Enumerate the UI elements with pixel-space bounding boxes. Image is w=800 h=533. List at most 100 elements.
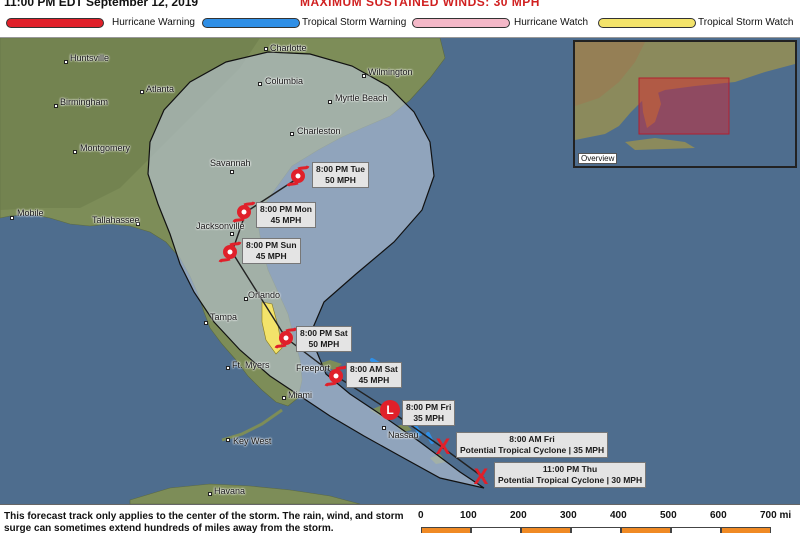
city-marker xyxy=(230,232,234,236)
disclaimer-text: This forecast track only applies to the … xyxy=(4,511,404,533)
city-label-myrtle-beach: Myrtle Beach xyxy=(335,93,388,103)
scale-segment xyxy=(521,527,571,533)
scale-tick-600: 600 xyxy=(710,510,727,521)
advisory-time: 11:00 PM EDT September 12, 2019 xyxy=(4,0,199,9)
city-marker xyxy=(258,82,262,86)
forecast-time: 8:00 PM Fri xyxy=(406,402,452,412)
city-marker xyxy=(264,47,268,51)
city-label-nassau: Nassau xyxy=(388,430,419,440)
legend-swatch xyxy=(412,18,510,28)
overview-inset: Overview xyxy=(573,40,797,168)
legend-swatch xyxy=(598,18,696,28)
hurricane-icon xyxy=(218,241,242,263)
forecast-detail: 45 MPH xyxy=(270,215,302,225)
city-marker xyxy=(382,426,386,430)
forecast-label-tue: 8:00 PM Tue 50 MPH xyxy=(312,162,369,188)
legend: Hurricane Warning Tropical Storm Warning… xyxy=(0,9,800,38)
forecast-detail: Potential Tropical Cyclone | 35 MPH xyxy=(460,445,605,455)
scale-segment xyxy=(471,527,521,533)
hurricane-icon xyxy=(274,327,298,349)
forecast-label-fri-am: 8:00 AM Fri Potential Tropical Cyclone |… xyxy=(456,432,609,458)
city-marker xyxy=(140,90,144,94)
city-label-charlotte: Charlotte xyxy=(270,43,307,53)
forecast-time: 8:00 AM Fri xyxy=(509,434,555,444)
hurricane-icon xyxy=(286,165,310,187)
forecast-detail: Potential Tropical Cyclone | 30 MPH xyxy=(498,475,643,485)
city-marker xyxy=(54,104,58,108)
header-partial-text: MAXIMUM SUSTAINED WINDS: 30 MPH xyxy=(300,0,540,9)
legend-label: Tropical Storm Warning xyxy=(302,17,407,28)
city-label-birmingham: Birmingham xyxy=(60,97,109,107)
legend-hurricane-watch: Hurricane Watch xyxy=(412,16,602,30)
city-marker xyxy=(226,438,230,442)
forecast-detail: 50 MPH xyxy=(308,339,340,349)
scale-segment xyxy=(621,527,671,533)
city-label-ft-myers: Ft. Myers xyxy=(232,360,270,370)
scale-tick-300: 300 xyxy=(560,510,577,521)
city-label-huntsville: Huntsville xyxy=(70,53,110,63)
city-marker xyxy=(362,74,366,78)
hurricane-icon xyxy=(232,201,256,223)
city-label-miami: Miami xyxy=(288,390,312,400)
scale-segment xyxy=(671,527,721,533)
city-marker xyxy=(208,492,212,496)
city-marker xyxy=(73,150,77,154)
city-marker xyxy=(290,132,294,136)
city-label-key-west: Key West xyxy=(233,436,272,446)
forecast-label-fri-pm: 8:00 PM Fri 35 MPH xyxy=(402,400,456,426)
legend-label: Hurricane Warning xyxy=(112,17,195,28)
forecast-time: 8:00 PM Tue xyxy=(316,164,365,174)
forecast-time: 8:00 AM Sat xyxy=(350,364,398,374)
city-label-orlando: Orlando xyxy=(248,290,281,300)
x-icon: X xyxy=(473,464,489,489)
city-marker xyxy=(204,321,208,325)
forecast-label-sat-am: 8:00 AM Sat 45 MPH xyxy=(346,362,402,388)
legend-label: Hurricane Watch xyxy=(514,17,589,28)
legend-hurricane-warning: Hurricane Warning xyxy=(6,16,202,30)
legend-swatch xyxy=(6,18,104,28)
legend-label: Tropical Storm Watch xyxy=(698,17,794,28)
city-label-montgomery: Montgomery xyxy=(80,143,131,153)
legend-tropical-storm-watch: Tropical Storm Watch xyxy=(598,16,798,30)
city-label-columbia: Columbia xyxy=(265,76,304,86)
forecast-time: 8:00 PM Sat xyxy=(300,328,348,338)
forecast-detail: 35 MPH xyxy=(413,413,445,423)
city-marker xyxy=(226,366,230,370)
scale-segment xyxy=(721,527,771,533)
city-marker xyxy=(64,60,68,64)
scale-tick-700: 700 mi xyxy=(760,510,792,521)
city-marker xyxy=(230,170,234,174)
forecast-time: 8:00 PM Mon xyxy=(260,204,312,214)
scale-tick-100: 100 xyxy=(460,510,477,521)
city-label-wilmington: Wilmington xyxy=(368,67,413,77)
city-label-tampa: Tampa xyxy=(210,312,238,322)
forecast-time: 11:00 PM Thu xyxy=(542,464,598,474)
city-marker xyxy=(328,100,332,104)
forecast-detail: 50 MPH xyxy=(325,175,356,185)
scale-segment xyxy=(571,527,621,533)
hurricane-icon xyxy=(324,365,348,387)
overview-label: Overview xyxy=(578,153,618,164)
scale-tick-0: 0 xyxy=(418,510,424,521)
city-label-havana: Havana xyxy=(214,486,246,496)
x-icon: X xyxy=(435,434,451,459)
city-label-savannah: Savannah xyxy=(210,158,251,168)
city-label-charleston: Charleston xyxy=(297,126,341,136)
forecast-detail: 45 MPH xyxy=(358,375,390,385)
forecast-time: 8:00 PM Sun xyxy=(246,240,297,250)
city-marker xyxy=(282,396,286,400)
forecast-detail: 45 MPH xyxy=(255,251,287,261)
legend-swatch xyxy=(202,18,300,28)
scale-tick-200: 200 xyxy=(510,510,527,521)
city-label-mobile: Mobile xyxy=(17,208,44,218)
forecast-label-sat-pm: 8:00 PM Sat 50 MPH xyxy=(296,326,352,352)
scale-tick-400: 400 xyxy=(610,510,627,521)
header-bar: 11:00 PM EDT September 12, 2019 MAXIMUM … xyxy=(0,0,800,9)
forecast-label-thu: 11:00 PM Thu Potential Tropical Cyclone … xyxy=(494,462,647,488)
city-label-tallahassee: Tallahassee xyxy=(92,215,140,225)
low-pressure-icon: L xyxy=(380,400,400,420)
scale-tick-500: 500 xyxy=(660,510,677,521)
scale-segment xyxy=(421,527,471,533)
city-marker xyxy=(10,216,14,220)
overview-map xyxy=(575,42,795,166)
